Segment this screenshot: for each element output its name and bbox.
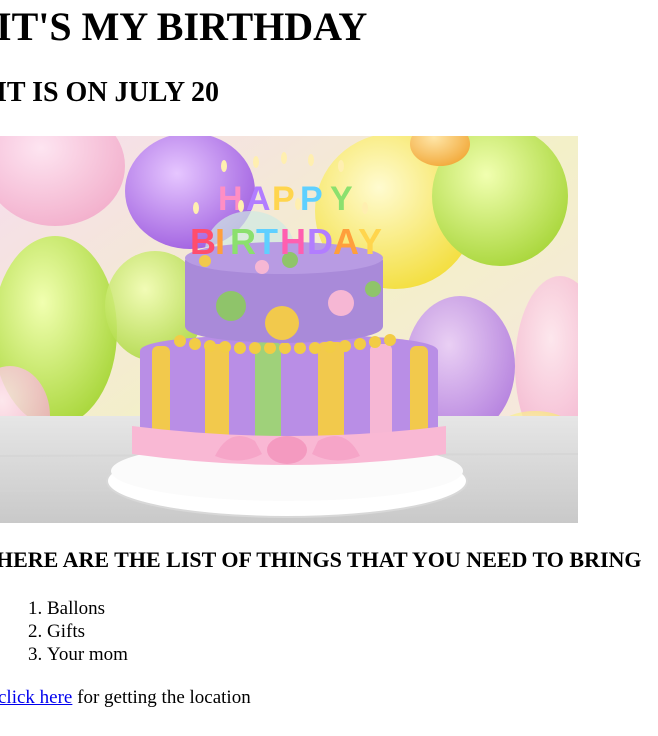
- things-to-bring-list: Ballons Gifts Your mom: [0, 597, 128, 666]
- list-item: Ballons: [47, 597, 128, 620]
- svg-text:A: A: [246, 180, 271, 218]
- svg-text:T: T: [256, 221, 278, 262]
- location-suffix: for getting the location: [72, 687, 251, 708]
- birthday-cake-image: H A P P Y B I R T H D A Y: [0, 136, 578, 523]
- date-subtitle: IT IS ON JULY 20: [0, 77, 220, 108]
- list-item: Your mom: [47, 643, 128, 666]
- svg-text:R: R: [230, 221, 256, 262]
- list-item: Gifts: [47, 620, 128, 643]
- svg-text:Y: Y: [358, 221, 382, 262]
- page: IT'S MY BIRTHDAY IT IS ON JULY 20 H A P …: [0, 0, 658, 736]
- svg-text:A: A: [333, 221, 359, 262]
- page-title: IT'S MY BIRTHDAY: [0, 4, 368, 49]
- svg-text:P: P: [272, 180, 295, 218]
- list-heading: HERE ARE THE LIST OF THINGS THAT YOU NEE…: [0, 547, 642, 572]
- svg-text:B: B: [190, 221, 216, 262]
- svg-text:Y: Y: [330, 180, 353, 218]
- svg-text:H: H: [280, 221, 306, 262]
- svg-text:H: H: [218, 180, 243, 218]
- svg-text:I: I: [215, 221, 225, 262]
- svg-text:D: D: [307, 221, 333, 262]
- location-link[interactable]: click here: [0, 687, 72, 708]
- svg-text:P: P: [300, 180, 323, 218]
- location-line: click here for getting the location: [0, 686, 251, 709]
